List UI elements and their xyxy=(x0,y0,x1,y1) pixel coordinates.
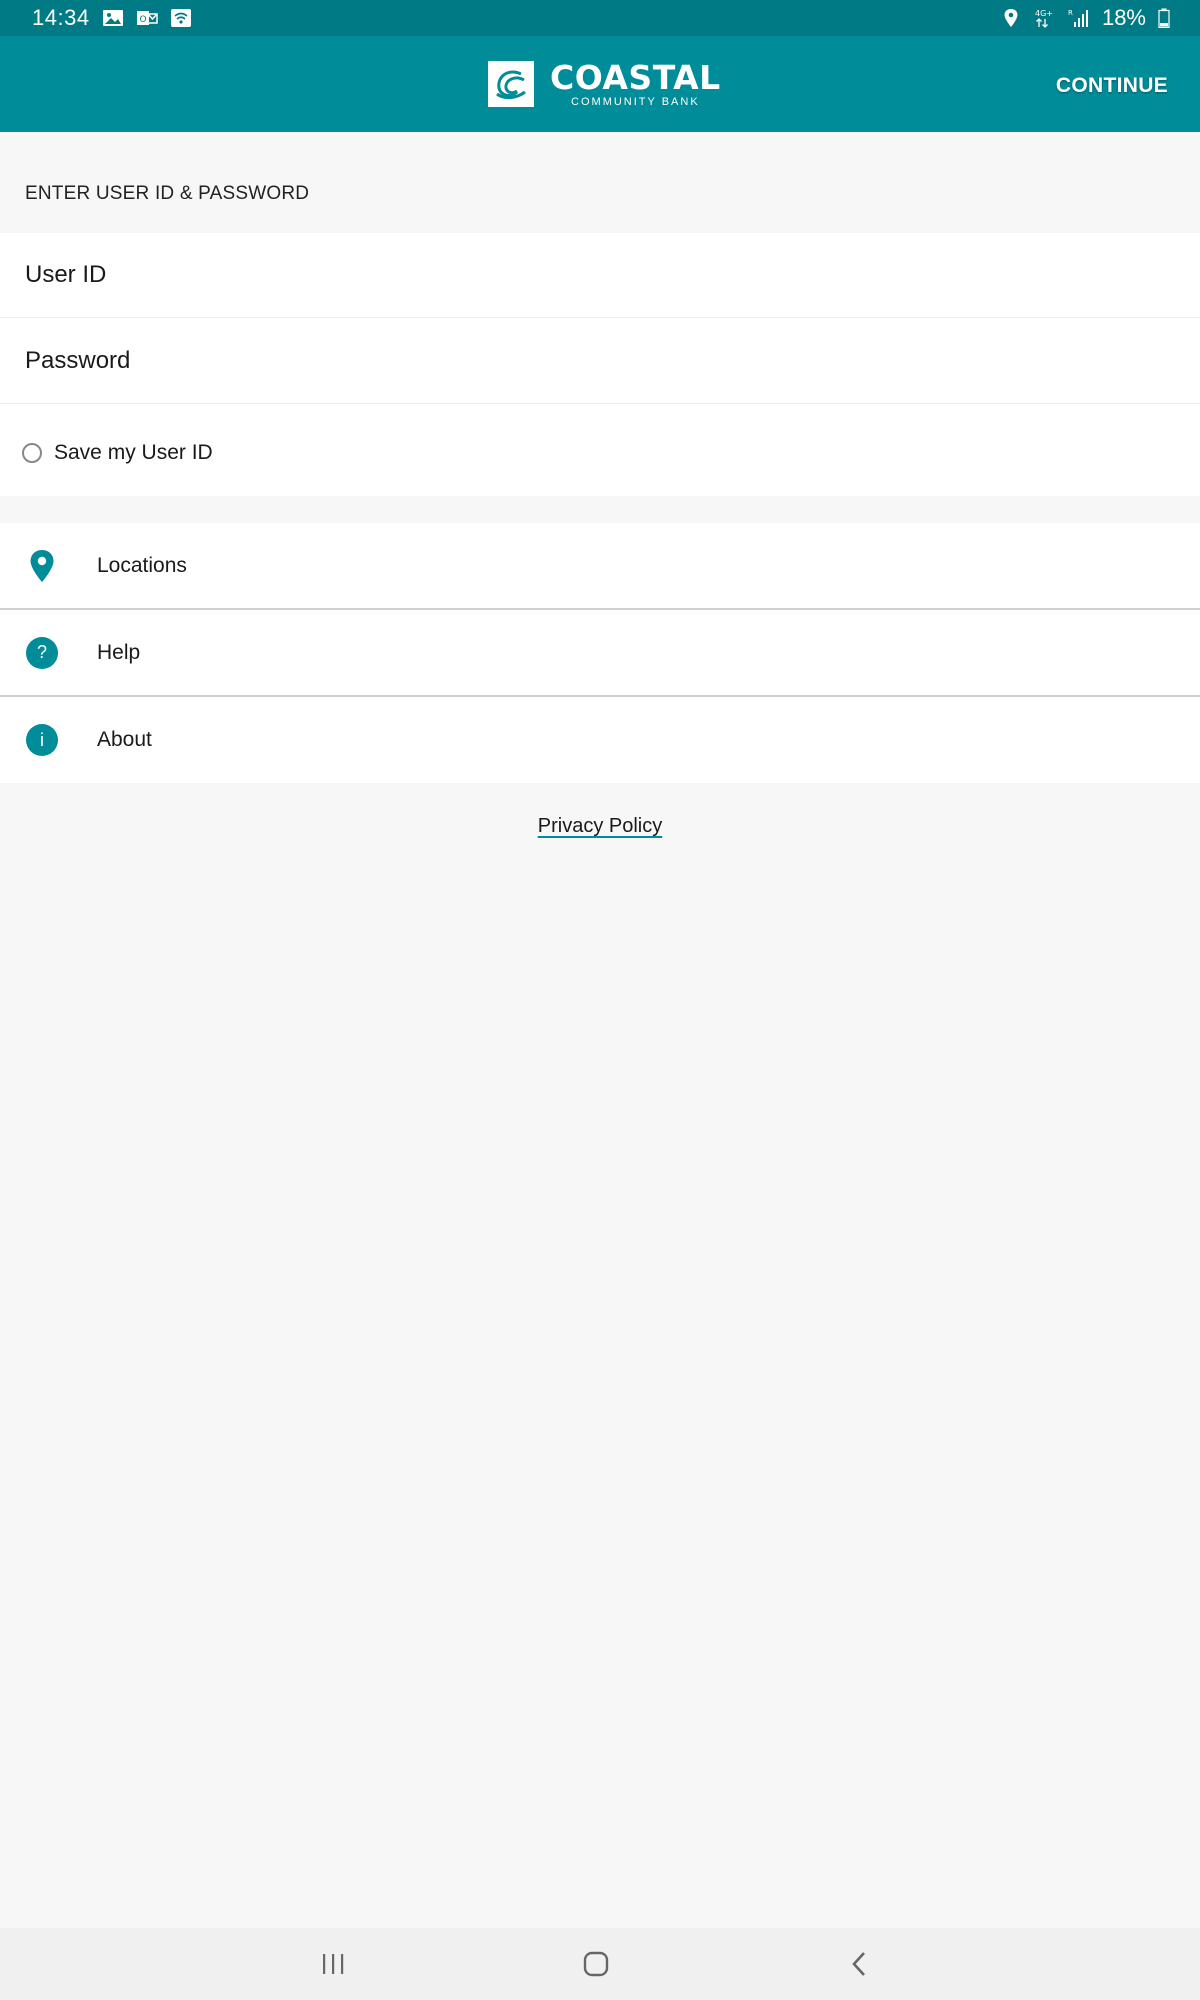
help-glyph: ? xyxy=(26,636,58,669)
coastal-logo: COASTAL COMMUNITY BANK xyxy=(488,60,721,108)
location-icon xyxy=(1004,9,1018,27)
svg-text:R: R xyxy=(1068,9,1073,17)
help-icon: ? xyxy=(26,636,58,669)
location-pin-icon xyxy=(26,549,58,582)
wave-logo-icon xyxy=(488,61,534,107)
logo-subtitle: COMMUNITY BANK xyxy=(571,95,700,108)
svg-text:O: O xyxy=(139,15,146,25)
system-nav-bar xyxy=(0,1928,1200,2000)
privacy-policy-container: Privacy Policy xyxy=(0,815,1200,838)
recent-apps-icon[interactable] xyxy=(313,1946,353,1982)
menu-item-label: About xyxy=(97,728,152,751)
logo-text: COASTAL COMMUNITY BANK xyxy=(550,61,721,108)
save-user-id-option[interactable]: Save my User ID xyxy=(22,441,213,465)
outlook-icon: O xyxy=(136,11,158,25)
status-right: 4G+ R 18% xyxy=(1000,5,1170,31)
password-field[interactable] xyxy=(0,319,1200,404)
signal-icon: R xyxy=(1068,9,1088,27)
menu-item-label: Help xyxy=(97,640,141,664)
user-id-field[interactable] xyxy=(0,233,1200,318)
continue-button[interactable]: CONTINUE xyxy=(1056,74,1168,98)
save-user-id-label: Save my User ID xyxy=(54,441,213,464)
login-form: Save my User ID xyxy=(0,233,1200,496)
battery-percent: 18% xyxy=(1101,5,1146,30)
image-icon xyxy=(102,10,123,26)
menu-list: Locations ? Help i About xyxy=(0,523,1200,783)
back-icon[interactable] xyxy=(840,1946,880,1982)
logo-name: COASTAL xyxy=(550,57,721,97)
wifi-calling-icon xyxy=(170,9,191,27)
user-id-input[interactable] xyxy=(25,261,1125,289)
menu-item-label: Locations xyxy=(97,553,187,577)
section-header: ENTER USER ID & PASSWORD xyxy=(25,183,310,204)
password-input[interactable] xyxy=(25,347,1125,375)
privacy-policy-link[interactable]: Privacy Policy xyxy=(538,815,662,837)
status-time: 14:34 xyxy=(32,5,90,30)
save-user-id-radio[interactable] xyxy=(22,443,42,463)
status-left: 14:34 O xyxy=(32,5,192,31)
menu-item-locations[interactable]: Locations xyxy=(0,523,1200,610)
svg-text:4G+: 4G+ xyxy=(1035,9,1053,18)
info-icon: i xyxy=(26,724,58,756)
app-bar: COASTAL COMMUNITY BANK CONTINUE xyxy=(0,36,1200,132)
battery-icon xyxy=(1158,8,1170,28)
network-4g-icon: 4G+ xyxy=(1035,9,1053,28)
status-bar: 14:34 O 4G+ R 18% xyxy=(0,0,1200,36)
menu-item-help[interactable]: ? Help xyxy=(0,610,1200,697)
menu-item-about[interactable]: i About xyxy=(0,697,1200,783)
home-icon[interactable] xyxy=(576,1946,616,1982)
info-glyph: i xyxy=(26,724,58,756)
